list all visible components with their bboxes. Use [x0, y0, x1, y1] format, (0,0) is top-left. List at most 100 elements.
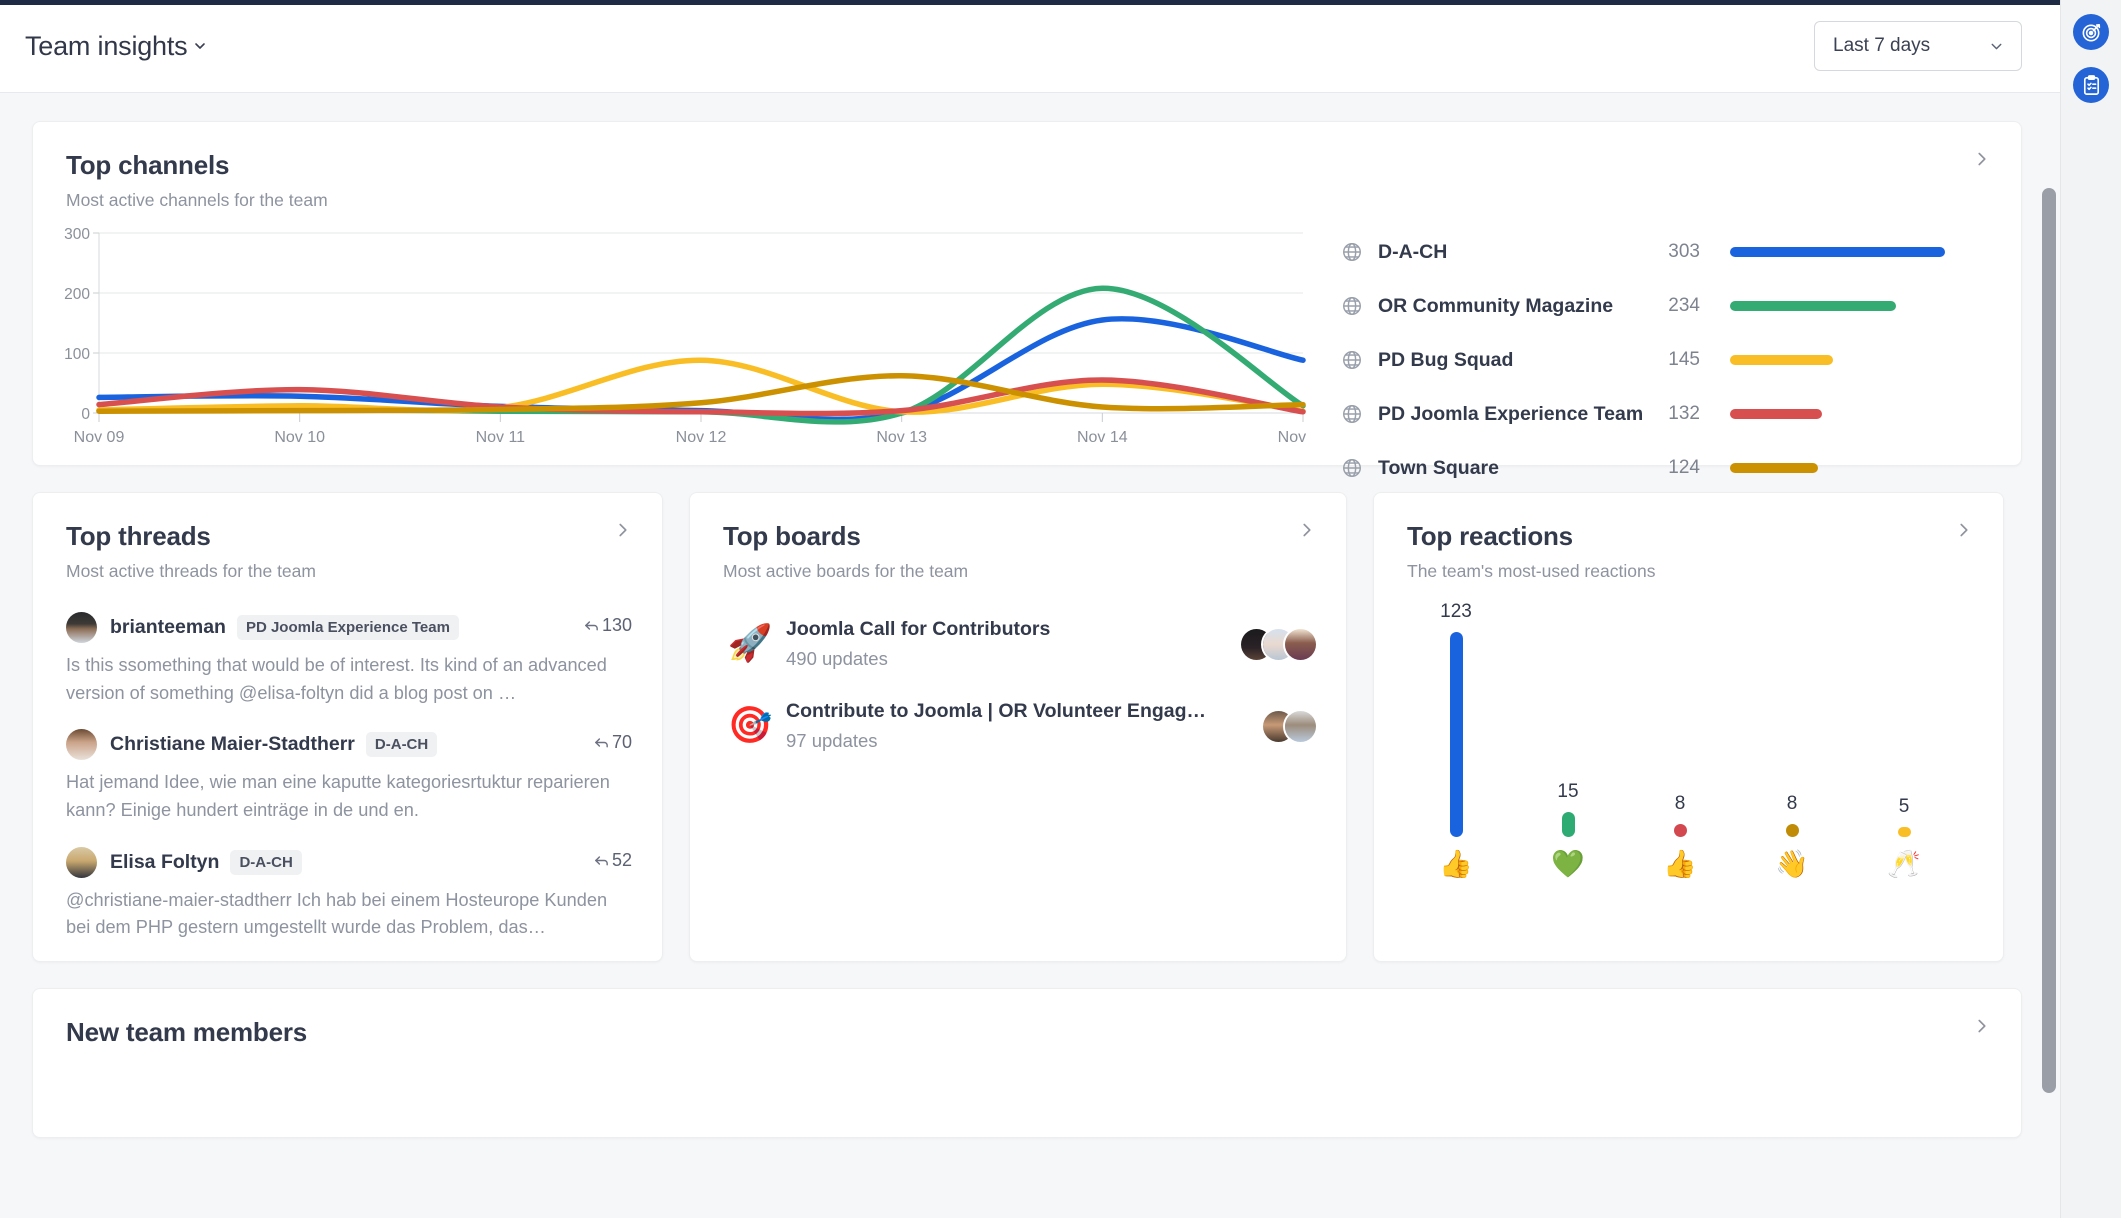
avatar — [66, 612, 97, 643]
legend-channel-name: OR Community Magazine — [1378, 295, 1654, 318]
legend-channel-value: 234 — [1654, 295, 1700, 317]
board-item[interactable]: 🎯 Contribute to Joomla | OR Volunteer En… — [723, 700, 1316, 752]
board-name: Joomla Call for Contributors — [786, 618, 1050, 641]
reaction-bar — [1674, 824, 1687, 837]
legend-row[interactable]: D-A-CH 303 — [1341, 225, 2021, 279]
boards-list: 🚀 Joomla Call for Contributors 490 updat… — [690, 582, 1346, 752]
reply-icon — [593, 734, 610, 751]
main-column: Team insights Last 7 days Top channels M… — [0, 0, 2060, 1218]
board-name: Contribute to Joomla | OR Volunteer Enga… — [786, 700, 1216, 723]
reaction-column[interactable]: 8👍 — [1658, 793, 1702, 878]
reaction-bar — [1562, 812, 1575, 837]
top-boards-header: Top boards Most active boards for the te… — [690, 493, 1346, 582]
top-channels-body: 0100200300Nov 09Nov 10Nov 11Nov 12Nov 13… — [33, 211, 2021, 461]
thread-channel-chip: D-A-CH — [366, 732, 437, 757]
date-range-select[interactable]: Last 7 days — [1814, 21, 2022, 71]
card-subtitle: Most active boards for the team — [723, 561, 1316, 582]
thread-item[interactable]: Elisa Foltyn D-A-CH 52 @christiane-maier… — [66, 847, 632, 942]
channels-line-chart: 0100200300Nov 09Nov 10Nov 11Nov 12Nov 13… — [41, 211, 1316, 461]
legend-channel-value: 145 — [1654, 349, 1700, 371]
board-member-avatars[interactable] — [1263, 711, 1316, 742]
chevron-down-icon — [1988, 38, 2005, 55]
reply-count-value: 130 — [602, 615, 632, 636]
line-chart-svg: 0100200300Nov 09Nov 10Nov 11Nov 12Nov 13… — [41, 225, 1311, 460]
thread-channel-chip: PD Joomla Experience Team — [237, 615, 459, 640]
legend-bar — [1730, 355, 1833, 365]
y-axis-tick-label: 0 — [81, 406, 90, 423]
reply-icon — [593, 852, 610, 869]
legend-row[interactable]: Town Square 124 — [1341, 441, 2021, 495]
window-top-strip — [0, 0, 2060, 5]
dart-icon: 🎯 — [723, 708, 777, 744]
legend-channel-value: 303 — [1654, 241, 1700, 263]
insights-mid-row: Top threads Most active threads for the … — [32, 492, 2022, 962]
clipboard-tasks-icon[interactable] — [2073, 67, 2109, 103]
reaction-count: 15 — [1557, 781, 1578, 803]
avatar — [66, 729, 97, 760]
chevron-right-icon[interactable] — [1971, 148, 1993, 170]
legend-channel-name: PD Bug Squad — [1378, 349, 1654, 372]
thread-author: Christiane Maier-Stadtherr — [110, 733, 355, 756]
chevron-right-icon[interactable] — [1971, 1015, 1993, 1037]
card-title: Top boards — [723, 521, 1316, 552]
vertical-scrollbar[interactable] — [2042, 188, 2056, 1093]
reaction-emoji-champagne: 🥂 — [1887, 851, 1921, 878]
avatar — [1285, 629, 1316, 660]
legend-row[interactable]: PD Bug Squad 145 — [1341, 333, 2021, 387]
thread-author: Elisa Foltyn — [110, 851, 219, 874]
reaction-column[interactable]: 15💚 — [1546, 781, 1590, 878]
globe-icon — [1341, 295, 1363, 317]
card-subtitle: The team's most-used reactions — [1407, 561, 1973, 582]
right-rail — [2060, 0, 2121, 1218]
page-title-dropdown[interactable]: Team insights — [25, 31, 208, 62]
board-texts: Joomla Call for Contributors 490 updates — [786, 618, 1050, 670]
board-updates: 490 updates — [786, 648, 1050, 670]
thread-item[interactable]: brianteeman PD Joomla Experience Team 13… — [66, 612, 632, 707]
card-title: Top channels — [66, 150, 1991, 181]
reaction-column[interactable]: 5🥂 — [1882, 796, 1926, 878]
top-channels-header: Top channels Most active channels for th… — [33, 122, 2021, 211]
legend-bar-track — [1730, 355, 1945, 365]
reaction-columns: 123👍15💚8👍8👋5🥂 — [1434, 608, 2003, 878]
reply-count: 130 — [583, 615, 632, 636]
board-member-avatars[interactable] — [1241, 629, 1316, 660]
legend-row[interactable]: OR Community Magazine 234 — [1341, 279, 2021, 333]
x-axis-tick-label: Nov 11 — [476, 429, 526, 446]
globe-icon — [1341, 349, 1363, 371]
top-reactions-header: Top reactions The team's most-used react… — [1374, 493, 2003, 582]
x-axis-tick-label: Nov 14 — [1077, 429, 1128, 446]
reaction-count: 5 — [1899, 796, 1910, 818]
legend-bar — [1730, 301, 1896, 311]
legend-row[interactable]: PD Joomla Experience Team 132 — [1341, 387, 2021, 441]
reaction-column[interactable]: 123👍 — [1434, 601, 1478, 878]
chevron-right-icon[interactable] — [1296, 519, 1318, 541]
reply-count: 70 — [593, 732, 632, 753]
top-boards-card: Top boards Most active boards for the te… — [689, 492, 1347, 962]
legend-channel-name: D-A-CH — [1378, 241, 1654, 264]
reaction-bar — [1786, 824, 1799, 837]
reaction-column[interactable]: 8👋 — [1770, 793, 1814, 878]
dashboard-scroll-area: Top channels Most active channels for th… — [0, 93, 2060, 1218]
chevron-right-icon[interactable] — [612, 519, 634, 541]
thread-snippet: Hat jemand Idee, wie man eine kaputte ka… — [66, 769, 632, 824]
thread-header: brianteeman PD Joomla Experience Team 13… — [66, 612, 632, 643]
reaction-count: 123 — [1440, 601, 1472, 623]
y-axis-tick-label: 300 — [64, 226, 90, 243]
board-updates: 97 updates — [786, 730, 1216, 752]
thread-snippet: @christiane-maier-stadtherr Ich hab bei … — [66, 887, 632, 942]
reaction-count: 8 — [1675, 793, 1686, 815]
x-axis-tick-label: Nov 12 — [676, 429, 727, 446]
globe-icon — [1341, 241, 1363, 263]
x-axis-tick-label: Nov 09 — [74, 429, 125, 446]
card-title: New team members — [66, 1017, 1991, 1048]
board-item[interactable]: 🚀 Joomla Call for Contributors 490 updat… — [723, 618, 1316, 670]
page-title: Team insights — [25, 31, 187, 62]
thread-item[interactable]: Christiane Maier-Stadtherr D-A-CH 70 Hat… — [66, 729, 632, 824]
chevron-right-icon[interactable] — [1953, 519, 1975, 541]
legend-bar-track — [1730, 409, 1945, 419]
globe-icon — [1341, 457, 1363, 479]
goals-target-icon[interactable] — [2073, 14, 2109, 50]
reaction-emoji-wave: 👋 — [1775, 851, 1809, 878]
thread-author: brianteeman — [110, 616, 226, 639]
rocket-icon: 🚀 — [723, 626, 777, 662]
